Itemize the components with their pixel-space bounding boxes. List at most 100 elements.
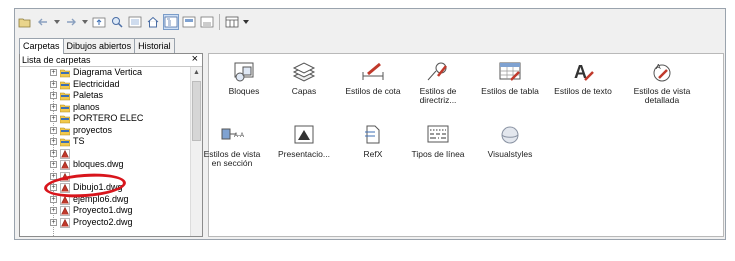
expand-icon[interactable]: + xyxy=(50,103,57,111)
toolbar xyxy=(17,11,250,33)
tab-strip: Carpetas Dibujos abiertos Historial xyxy=(19,38,175,54)
content-item[interactable]: A-A Estilos de vista en sección xyxy=(200,123,264,168)
chevron-down-icon[interactable] xyxy=(242,14,250,30)
tree-item-label: Electricidad xyxy=(73,78,120,89)
detail-view-style-icon: A xyxy=(649,60,675,84)
favorites-icon[interactable] xyxy=(127,14,143,30)
content-item[interactable]: Presentacio... xyxy=(272,123,336,159)
folder-icon xyxy=(59,126,71,136)
content-item-label: Tipos de línea xyxy=(411,149,465,159)
back-icon[interactable] xyxy=(35,14,51,30)
folder-tree: + Diagrama Vertica + Electricidad + Paletas + p… xyxy=(20,67,192,236)
content-item[interactable]: Estilos de directriz... xyxy=(406,60,470,105)
tree-item[interactable]: + proyectos xyxy=(20,125,192,137)
forward-icon[interactable] xyxy=(63,14,79,30)
chevron-down-icon[interactable] xyxy=(53,14,61,30)
tree-item-label: planos xyxy=(73,101,100,112)
tree-item[interactable]: + bloques.dwg xyxy=(20,159,192,171)
tree-item[interactable]: + PORTERO ELEC xyxy=(20,113,192,125)
content-area: Bloques Capas Estilos de cota Estilos de di… xyxy=(204,53,724,237)
expand-icon[interactable]: + xyxy=(50,138,57,145)
tree-item-label: PORTERO ELEC xyxy=(73,113,144,123)
load-icon[interactable] xyxy=(17,14,33,30)
content-item[interactable]: Estilos de cota xyxy=(341,60,405,96)
tree-item[interactable]: + Electricidad xyxy=(20,79,192,91)
tree-item-label: proyectos xyxy=(73,124,113,135)
content-item[interactable]: Capas xyxy=(272,60,336,96)
content-item[interactable]: A Estilos de texto xyxy=(551,60,615,96)
blocks-icon xyxy=(231,60,257,84)
tree-item[interactable]: + TS xyxy=(20,136,192,148)
folder-icon xyxy=(59,68,71,78)
content-item-label: Bloques xyxy=(228,86,260,96)
description-icon[interactable] xyxy=(199,14,215,30)
design-center-window: Carpetas Dibujos abiertos Historial List… xyxy=(14,8,726,240)
folder-icon xyxy=(59,91,71,101)
expand-icon[interactable]: + xyxy=(50,69,57,76)
views-icon[interactable] xyxy=(224,14,240,30)
folder-icon xyxy=(59,80,71,90)
svg-text:A: A xyxy=(656,64,661,71)
expand-icon[interactable]: + xyxy=(50,161,57,168)
expand-icon[interactable]: + xyxy=(50,126,57,134)
tab-dibujos-abiertos[interactable]: Dibujos abiertos xyxy=(62,38,136,53)
tree-item-label: Paletas xyxy=(73,90,104,100)
dwg-file-icon xyxy=(60,160,70,170)
content-item-label: RefX xyxy=(363,149,383,159)
up-folder-icon[interactable] xyxy=(91,14,107,30)
tree-item-label: TS xyxy=(73,136,85,146)
folder-list-header: Lista de carpetas × xyxy=(20,54,202,67)
content-item[interactable]: Tipos de línea xyxy=(406,123,470,159)
dwg-file-icon xyxy=(60,217,70,228)
expand-icon[interactable]: + xyxy=(50,80,57,88)
content-item[interactable]: RefX xyxy=(341,123,405,159)
dwg-file-icon xyxy=(60,148,70,159)
tab-carpetas[interactable]: Carpetas xyxy=(19,38,64,54)
tree-item[interactable]: + planos xyxy=(20,102,192,114)
visual-styles-icon xyxy=(497,123,523,147)
section-view-style-icon: A-A xyxy=(219,123,245,147)
dwg-file-icon xyxy=(60,206,70,216)
content-item[interactable]: Bloques xyxy=(212,60,276,96)
content-item[interactable]: Estilos de tabla xyxy=(478,60,542,96)
home-icon[interactable] xyxy=(145,14,161,30)
tree-item-label: Proyecto1.dwg xyxy=(73,205,133,215)
tree-item[interactable]: + Proyecto2.dwg xyxy=(20,217,192,229)
table-style-icon xyxy=(497,60,523,84)
tree-item[interactable]: + xyxy=(20,148,192,160)
linetypes-icon xyxy=(425,123,451,147)
xref-icon xyxy=(360,123,386,147)
expand-icon[interactable]: + xyxy=(50,115,57,122)
tree-item[interactable]: + Paletas xyxy=(20,90,192,102)
expand-icon[interactable]: + xyxy=(50,149,57,157)
multileader-style-icon xyxy=(425,60,451,84)
expand-icon[interactable]: + xyxy=(50,92,57,99)
expand-icon[interactable]: + xyxy=(50,207,57,214)
tree-view-toggle-icon[interactable] xyxy=(163,14,179,30)
content-item[interactable]: A Estilos de vista detallada xyxy=(630,60,694,105)
scroll-up-arrow-icon[interactable]: ▲ xyxy=(191,67,202,78)
toolbar-divider xyxy=(219,14,220,30)
content-item-label: Estilos de vista detallada xyxy=(633,86,691,105)
tree-item[interactable]: + Proyecto1.dwg xyxy=(20,205,192,217)
content-item-label: Estilos de cota xyxy=(345,86,401,96)
folder-icon xyxy=(59,114,71,124)
folder-list-panel: Lista de carpetas × + Diagrama Vertica + El… xyxy=(19,53,203,237)
content-item-label: Estilos de tabla xyxy=(481,86,539,96)
tab-historial[interactable]: Historial xyxy=(134,38,175,53)
expand-icon[interactable]: + xyxy=(50,195,57,203)
chevron-down-icon[interactable] xyxy=(81,14,89,30)
layers-icon xyxy=(291,60,317,84)
tree-item[interactable]: + ejemplo6.dwg xyxy=(20,194,192,206)
content-item-label: Estilos de vista en sección xyxy=(203,149,261,168)
close-icon[interactable]: × xyxy=(192,54,198,65)
svg-text:A-A: A-A xyxy=(234,133,244,139)
expand-icon[interactable]: + xyxy=(50,218,57,226)
search-icon[interactable] xyxy=(109,14,125,30)
preview-icon[interactable] xyxy=(181,14,197,30)
content-item-label: Visualstyles xyxy=(487,149,533,159)
content-item[interactable]: Visualstyles xyxy=(478,123,542,159)
window-edge xyxy=(726,8,735,240)
content-item-label: Presentacio... xyxy=(278,149,330,159)
tree-item[interactable]: + Diagrama Vertica xyxy=(20,67,192,79)
